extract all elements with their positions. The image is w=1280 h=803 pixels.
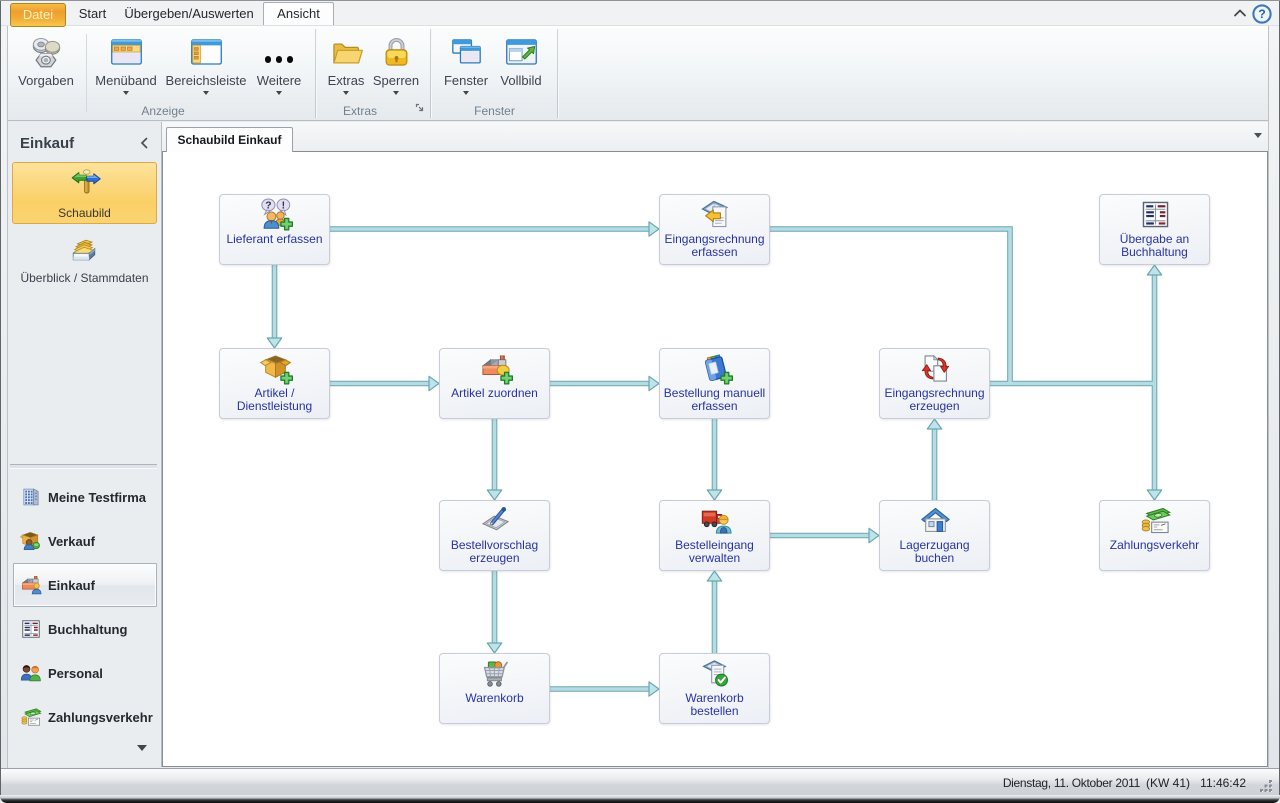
svg-text:?: ? [1258, 7, 1265, 21]
svg-text:!: ! [282, 200, 285, 211]
svg-text:?: ? [265, 200, 271, 211]
